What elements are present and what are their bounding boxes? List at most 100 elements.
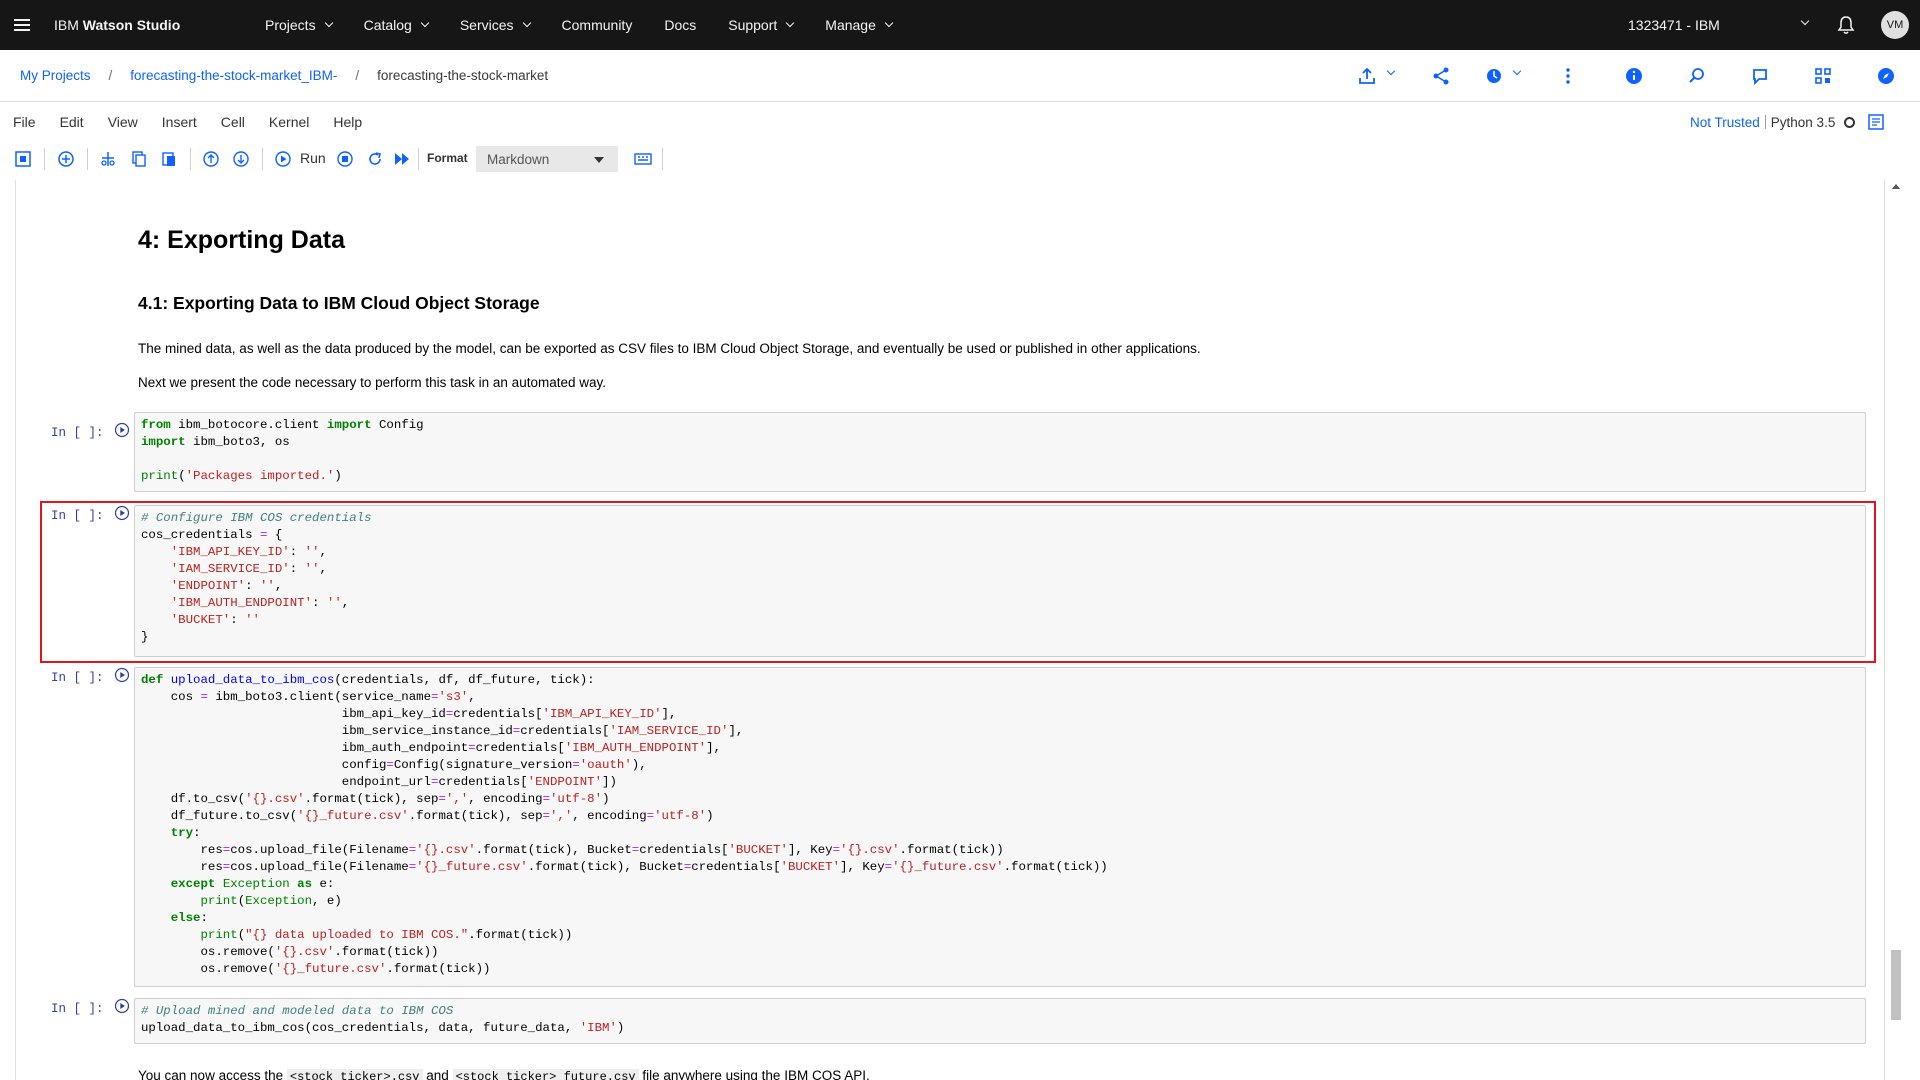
cell-format-value: Markdown — [487, 151, 550, 167]
menu-file[interactable]: File — [0, 114, 48, 130]
avatar[interactable]: VM — [1881, 11, 1909, 39]
toolbar-divider — [662, 148, 663, 170]
account-label: 1323471 - IBM — [1628, 17, 1720, 33]
notification-bell-icon[interactable] — [1836, 15, 1856, 35]
kernel-name[interactable]: Python 3.5 — [1771, 115, 1836, 130]
top-nav-label: Projects — [265, 17, 316, 33]
breadcrumb-separator: / — [108, 68, 113, 83]
export-icon[interactable] — [1357, 66, 1377, 86]
run-cell-icon[interactable] — [114, 505, 130, 521]
notebook-info-icon[interactable] — [1867, 113, 1885, 131]
run-cell-icon[interactable] — [114, 422, 130, 438]
notebook-toolbar — [0, 142, 1920, 176]
cell-format-select[interactable]: Markdown — [476, 146, 618, 172]
breadcrumb-bar: My Projects / forecasting-the-stock-mark… — [0, 50, 1920, 102]
scroll-up-icon[interactable] — [1892, 184, 1900, 189]
menu-kernel[interactable]: Kernel — [257, 114, 321, 130]
cell-prompt: In [ ]: — [51, 509, 104, 523]
add-cell-icon[interactable] — [57, 150, 75, 168]
brand[interactable]: IBM Watson Studio — [54, 17, 249, 33]
move-up-icon[interactable] — [202, 150, 220, 168]
breadcrumb-project[interactable]: forecasting-the-stock-market_IBM- — [130, 68, 337, 83]
explore-icon[interactable] — [1876, 66, 1896, 86]
chevron-down-icon — [594, 157, 604, 163]
menu-help[interactable]: Help — [321, 114, 374, 130]
notebook-scrollbar[interactable] — [1889, 180, 1903, 1080]
stop-icon[interactable] — [336, 150, 354, 168]
notebook-menubar: File Edit View Insert Cell Kernel Help — [0, 103, 1920, 140]
menu-edit[interactable]: Edit — [48, 114, 96, 130]
chevron-down-icon[interactable] — [1512, 66, 1522, 76]
chevron-down-icon — [884, 18, 894, 28]
toolbar-divider — [418, 148, 419, 170]
paste-icon[interactable] — [160, 150, 178, 168]
comments-icon[interactable] — [1750, 66, 1770, 86]
top-header: IBM Watson Studio Projects Catalog Service… — [0, 0, 1920, 50]
divider — [1764, 115, 1766, 129]
inline-code: <stock_ticker>_future.csv — [452, 1069, 639, 1080]
paragraph: You can now access the <stock_ticker>.cs… — [138, 1068, 870, 1080]
overflow-menu-icon[interactable] — [1558, 66, 1578, 86]
top-nav-label: Support — [728, 17, 778, 33]
info-icon[interactable] — [1624, 66, 1644, 86]
top-nav-label: Catalog — [363, 17, 412, 33]
kernel-indicator: Not Trusted Python 3.5 — [1690, 113, 1885, 131]
move-down-icon[interactable] — [232, 150, 250, 168]
paragraph: The mined data, as well as the data prod… — [138, 341, 1201, 356]
run-cell-icon[interactable] — [114, 998, 130, 1014]
top-nav-item-support[interactable]: Support — [712, 0, 809, 50]
scrollbar-thumb[interactable] — [1891, 950, 1901, 1020]
breadcrumb-notebook: forecasting-the-stock-market — [377, 68, 549, 83]
toolbar-divider — [262, 148, 263, 170]
top-nav-item-docs[interactable]: Docs — [648, 0, 712, 50]
top-nav-item-community[interactable]: Community — [546, 0, 649, 50]
schedule-icon[interactable] — [1484, 66, 1504, 86]
breadcrumb-my-projects[interactable]: My Projects — [20, 68, 91, 83]
menu-cell[interactable]: Cell — [209, 114, 257, 130]
chevron-down-icon — [420, 18, 430, 28]
code-input[interactable]: # Configure IBM COS credentials cos_cred… — [134, 505, 1866, 657]
run-cell-icon[interactable] — [114, 667, 130, 683]
inline-code: <stock_ticker>.csv — [286, 1069, 423, 1080]
not-trusted-button[interactable]: Not Trusted — [1690, 115, 1760, 130]
top-nav-item-projects[interactable]: Projects — [249, 0, 348, 50]
code-input[interactable]: from ibm_botocore.client import Config i… — [134, 412, 1866, 492]
run-all-icon[interactable] — [393, 150, 411, 168]
code-snippets-icon[interactable] — [1813, 66, 1833, 86]
subsection-heading: 4.1: Exporting Data to IBM Cloud Object … — [138, 293, 540, 313]
restart-icon[interactable] — [366, 150, 384, 168]
code-input[interactable]: def upload_data_to_ibm_cos(credentials, … — [134, 667, 1866, 987]
share-icon[interactable] — [1431, 66, 1451, 86]
chevron-down-icon — [786, 18, 795, 28]
top-nav-label: Services — [459, 17, 514, 33]
save-icon[interactable] — [14, 150, 32, 168]
cut-icon[interactable] — [99, 150, 117, 168]
run-icon[interactable] — [274, 150, 292, 168]
cell-prompt: In [ ]: — [51, 671, 104, 685]
command-palette-icon[interactable] — [634, 150, 652, 168]
menu-view[interactable]: View — [96, 114, 150, 130]
toolbar-divider — [87, 148, 88, 170]
top-nav: Projects Catalog Services Community Docs Supp… — [249, 0, 908, 50]
section-heading: 4: Exporting Data — [138, 226, 345, 254]
copy-icon[interactable] — [130, 150, 148, 168]
find-data-icon[interactable] — [1687, 66, 1707, 86]
top-nav-item-catalog[interactable]: Catalog — [348, 0, 444, 50]
breadcrumb: My Projects / forecasting-the-stock-mark… — [20, 68, 548, 83]
code-input[interactable]: # Upload mined and modeled data to IBM C… — [134, 998, 1866, 1044]
run-button[interactable]: Run — [300, 150, 326, 166]
hamburger-menu-icon[interactable] — [0, 0, 44, 50]
top-nav-label: Docs — [664, 17, 697, 33]
notebook-area[interactable]: 4: Exporting Data 4.1: Exporting Data to… — [15, 180, 1885, 1080]
kernel-status-icon — [1844, 116, 1856, 128]
chevron-down-icon — [324, 18, 333, 28]
top-nav-item-manage[interactable]: Manage — [809, 0, 908, 50]
format-label: Format — [427, 151, 468, 165]
top-nav-item-services[interactable]: Services — [444, 0, 546, 50]
cell-prompt: In [ ]: — [51, 1002, 104, 1016]
chevron-down-icon[interactable] — [1386, 66, 1396, 76]
footer-text: and — [426, 1068, 449, 1080]
top-nav-label: Community — [561, 17, 633, 33]
menu-insert[interactable]: Insert — [150, 114, 209, 130]
account-switcher[interactable]: 1323471 - IBM — [1628, 0, 1810, 50]
